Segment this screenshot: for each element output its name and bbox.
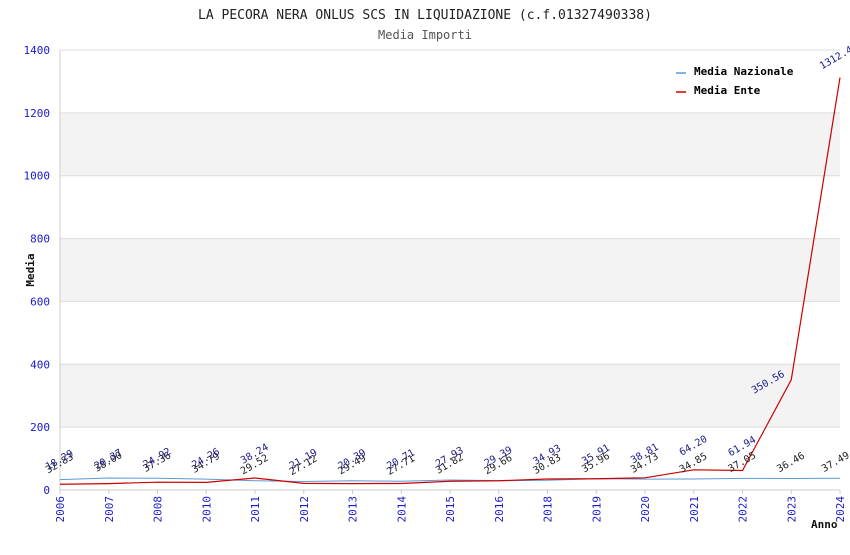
x-tick-label: 2006 — [54, 496, 67, 523]
legend-label-nazionale: Media Nazionale — [694, 65, 794, 78]
y-tick-label: 800 — [30, 233, 50, 246]
x-tick-label: 2007 — [103, 496, 116, 523]
y-tick-label: 200 — [30, 421, 50, 434]
x-tick-label: 2012 — [298, 496, 311, 523]
x-axis-label: Anno — [811, 518, 838, 531]
x-tick-label: 2010 — [200, 496, 213, 523]
x-axis-ticks: 2006 2007 2008 2010 2011 2012 2013 2014 2015 2016… — [54, 490, 847, 523]
grid-band — [60, 364, 840, 428]
x-tick-label: 2019 — [590, 496, 603, 523]
grid-band — [60, 175, 840, 239]
grid-bands — [60, 50, 840, 490]
y-tick-label: 1000 — [24, 170, 51, 183]
chart-title: LA PECORA NERA ONLUS SCS IN LIQUIDAZIONE… — [198, 8, 652, 23]
x-tick-label: 2016 — [493, 496, 506, 523]
grid-band — [60, 301, 840, 365]
y-tick-label: 1200 — [24, 107, 51, 120]
x-tick-label: 2023 — [785, 496, 798, 523]
grid-band — [60, 50, 840, 113]
y-tick-label: 400 — [30, 358, 50, 371]
x-tick-label: 2015 — [444, 496, 457, 523]
grid-band — [60, 238, 840, 302]
y-axis-label: Media — [24, 253, 37, 286]
legend-label-ente: Media Ente — [694, 84, 761, 97]
x-tick-label: 2013 — [347, 496, 360, 523]
x-tick-label: 2022 — [737, 496, 750, 523]
y-tick-label: 600 — [30, 295, 50, 308]
x-tick-label: 2008 — [152, 496, 165, 523]
x-tick-label: 2014 — [395, 496, 408, 523]
x-tick-label: 2011 — [249, 496, 262, 523]
x-tick-label: 2020 — [639, 496, 652, 523]
x-tick-label: 2018 — [542, 496, 555, 523]
y-tick-label: 1400 — [24, 44, 51, 57]
x-tick-label: 2021 — [688, 496, 701, 523]
line-chart: LA PECORA NERA ONLUS SCS IN LIQUIDAZIONE… — [0, 0, 850, 550]
chart-canvas: LA PECORA NERA ONLUS SCS IN LIQUIDAZIONE… — [24, 8, 850, 531]
chart-subtitle: Media Importi — [378, 28, 472, 42]
grid-band — [60, 112, 840, 176]
y-tick-label: 0 — [43, 484, 50, 497]
